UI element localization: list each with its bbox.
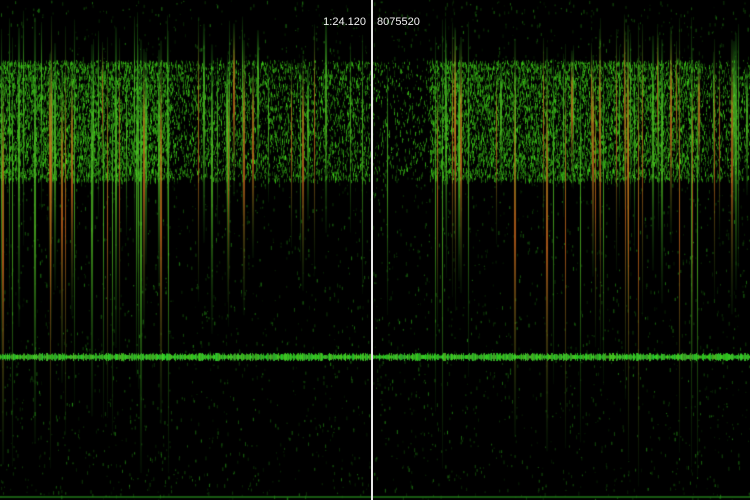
playhead-time-readout: 1:24.120: [323, 16, 366, 28]
playhead-sample-readout: 8075520: [377, 16, 420, 28]
spectrogram-canvas[interactable]: [0, 0, 750, 500]
playhead-cursor[interactable]: [371, 0, 373, 500]
spectrogram-view[interactable]: 1:24.120 8075520: [0, 0, 750, 500]
